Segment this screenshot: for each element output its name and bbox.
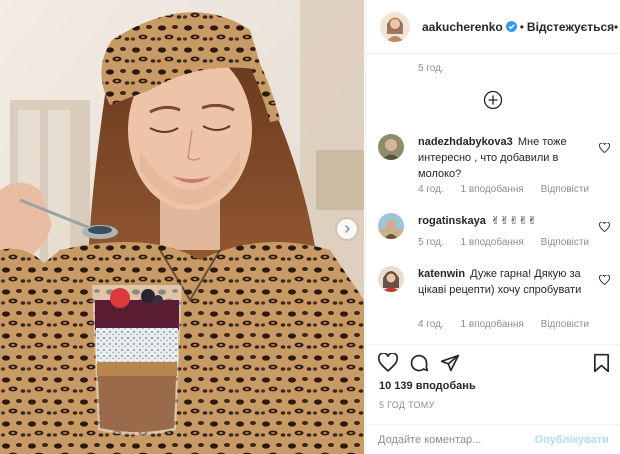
comment-time[interactable]: 4 год. xyxy=(418,184,444,195)
comment-bubble-icon[interactable] xyxy=(409,353,429,378)
following-button[interactable]: Відстежується xyxy=(527,20,614,34)
verified-badge-icon xyxy=(505,21,517,32)
author-avatar[interactable] xyxy=(380,11,410,42)
publish-button[interactable]: Опублікувати xyxy=(535,434,609,446)
comment-time[interactable]: 4 год. xyxy=(418,319,444,330)
comment-body: ✌✌✌✌✌ xyxy=(490,215,538,227)
chevron-right-icon xyxy=(342,224,352,234)
heart-icon[interactable] xyxy=(377,352,399,377)
heart-icon[interactable] xyxy=(599,219,610,237)
comment-username[interactable]: nadezhdabykova3 xyxy=(418,136,513,148)
reply-button[interactable]: Відповісти xyxy=(541,184,589,195)
comment-likes[interactable]: 1 вподобання xyxy=(461,184,524,195)
comment-likes[interactable]: 1 вподобання xyxy=(461,319,524,330)
author-username[interactable]: aakucherenko xyxy=(422,20,503,34)
comment-text: nadezhdabykova3 Мне тоже интересно , что… xyxy=(418,134,586,182)
more-options-icon[interactable] xyxy=(614,24,620,29)
comment-meta: 5 год. 1 вподобання Відповісти xyxy=(418,237,603,248)
bookmark-icon[interactable] xyxy=(593,353,610,378)
next-photo-button[interactable] xyxy=(337,219,357,239)
post-photo-illustration xyxy=(0,0,364,454)
separator-dot: • xyxy=(519,19,524,34)
post-photo[interactable] xyxy=(0,0,364,454)
comment-text: katenwin Дуже гарна! Дякую за цікаві рец… xyxy=(418,266,586,298)
heart-icon[interactable] xyxy=(599,272,610,290)
comments-list[interactable]: 5 год. nadezhdabykova3 Мне тоже интересн… xyxy=(366,54,620,344)
post-timestamp[interactable]: 5 ГОД ТОМУ xyxy=(379,400,435,410)
comment-username[interactable]: katenwin xyxy=(418,268,465,280)
reply-button[interactable]: Відповісти xyxy=(541,319,589,330)
comment-likes[interactable]: 1 вподобання xyxy=(461,237,524,248)
caption-time: 5 год. xyxy=(418,63,444,74)
comment-meta: 4 год. 1 вподобання Відповісти xyxy=(418,319,603,330)
comment-meta: 4 год. 1 вподобання Відповісти xyxy=(418,184,603,195)
comment-username[interactable]: rogatinskaya xyxy=(418,215,486,227)
add-comment-bar: Опублікувати xyxy=(366,424,620,454)
commenter-avatar[interactable] xyxy=(378,134,404,160)
comment-time[interactable]: 5 год. xyxy=(418,237,444,248)
commenter-avatar[interactable] xyxy=(378,213,404,239)
comment-input[interactable] xyxy=(378,433,535,446)
post-side-panel: aakucherenko • Відстежується 5 год. nade… xyxy=(365,0,620,454)
commenter-avatar[interactable] xyxy=(378,266,404,292)
post-actions: 10 139 вподобань 5 ГОД ТОМУ xyxy=(366,344,620,424)
heart-icon[interactable] xyxy=(599,140,610,158)
plus-circle-icon[interactable] xyxy=(483,90,503,110)
paper-plane-icon[interactable] xyxy=(440,353,460,378)
post-header: aakucherenko • Відстежується xyxy=(366,0,620,54)
reply-button[interactable]: Відповісти xyxy=(541,237,589,248)
likes-count[interactable]: 10 139 вподобань xyxy=(379,380,476,392)
comment-text: rogatinskaya ✌✌✌✌✌ xyxy=(418,213,586,229)
